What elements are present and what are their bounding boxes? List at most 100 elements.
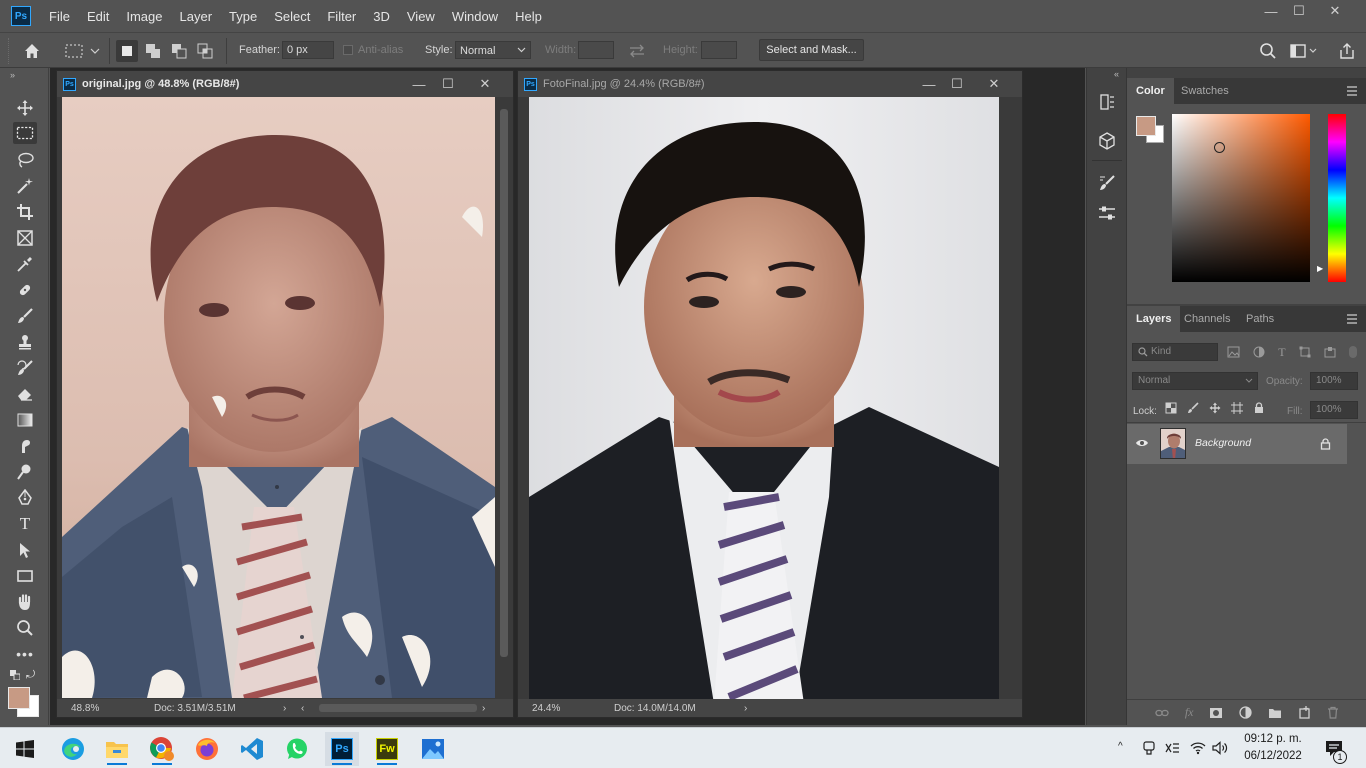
document-tab-original[interactable]: Ps original.jpg @ 48.8% (RGB/8#) — ☐ ✕ [57, 71, 513, 97]
whatsapp-icon[interactable] [280, 732, 314, 766]
menu-file[interactable]: File [49, 9, 70, 24]
search-icon[interactable] [1259, 42, 1277, 60]
move-tool-icon[interactable] [13, 97, 37, 119]
photoshop-taskbar-icon[interactable]: Ps [325, 732, 359, 766]
hue-slider-marker[interactable]: ▶ [1317, 264, 1323, 273]
path-selection-tool-icon[interactable] [13, 539, 37, 561]
3d-cube-icon[interactable] [1097, 131, 1117, 151]
show-hidden-icons-chevron-icon[interactable]: ^ [1118, 741, 1123, 752]
lock-all-icon[interactable] [1253, 402, 1265, 414]
subtract-selection-icon[interactable] [168, 40, 190, 62]
link-layers-icon[interactable] [1155, 708, 1169, 718]
scrollbar-thumb[interactable] [500, 109, 508, 657]
menu-edit[interactable]: Edit [87, 9, 109, 24]
window-maximize-button[interactable]: ☐ [1282, 0, 1316, 22]
width-input[interactable] [578, 41, 614, 59]
tab-paths[interactable]: Paths [1237, 306, 1283, 332]
scroll-right-icon[interactable]: › [482, 703, 485, 714]
intersect-selection-icon[interactable] [194, 40, 216, 62]
lock-transparent-pixels-icon[interactable] [1165, 402, 1177, 414]
zoom-tool-icon[interactable] [13, 617, 37, 639]
meet-now-icon[interactable] [1142, 741, 1156, 755]
new-selection-icon[interactable] [116, 40, 138, 62]
layer-row[interactable]: Background [1127, 424, 1347, 464]
status-arrow-icon[interactable]: › [283, 703, 286, 714]
hand-tool-icon[interactable] [13, 591, 37, 613]
layer-name[interactable]: Background [1195, 437, 1251, 449]
fireworks-taskbar-icon[interactable]: Fw [370, 732, 404, 766]
eyedropper-tool-icon[interactable] [13, 253, 37, 275]
adjustment-layer-filter-icon[interactable] [1253, 346, 1265, 358]
rectangle-tool-icon[interactable] [13, 565, 37, 587]
adjustments-panel-icon[interactable] [1097, 203, 1117, 223]
color-picker-cursor[interactable] [1214, 142, 1225, 153]
opacity-input[interactable]: 100% [1310, 372, 1358, 390]
status-arrow-icon[interactable]: › [744, 703, 747, 714]
zoom-level[interactable]: 48.8% [71, 703, 99, 714]
type-layer-filter-icon[interactable]: T [1278, 345, 1285, 360]
brush-settings-icon[interactable] [1097, 173, 1117, 193]
window-close-button[interactable]: ✕ [1318, 0, 1352, 22]
lock-image-pixels-icon[interactable] [1187, 402, 1199, 414]
clock-date[interactable]: 06/12/2022 [1238, 750, 1308, 762]
pen-tool-icon[interactable] [13, 487, 37, 509]
healing-brush-tool-icon[interactable] [13, 279, 37, 301]
menu-image[interactable]: Image [126, 9, 162, 24]
swap-colors-icon[interactable]: ⤾ [26, 669, 35, 682]
antialias-checkbox[interactable] [343, 45, 353, 55]
gradient-tool-icon[interactable] [13, 409, 37, 431]
panel-menu-icon[interactable] [1346, 86, 1358, 96]
swap-dimensions-icon[interactable] [628, 44, 646, 58]
panel-menu-icon[interactable] [1346, 314, 1358, 324]
windows-start-icon[interactable] [8, 732, 42, 766]
eraser-tool-icon[interactable] [13, 383, 37, 405]
firefox-browser-icon[interactable] [190, 732, 224, 766]
canvas-original-photo[interactable] [62, 97, 495, 698]
lasso-tool-icon[interactable] [13, 149, 37, 171]
marquee-preset-icon[interactable] [64, 42, 100, 60]
default-colors-icon[interactable] [10, 670, 20, 680]
panel-foreground-color-swatch[interactable] [1136, 116, 1156, 136]
scroll-left-icon[interactable]: ‹ [301, 703, 304, 714]
file-explorer-icon[interactable] [100, 732, 134, 766]
doc-maximize-button[interactable]: ☐ [438, 75, 458, 93]
document-tab-fotofinal[interactable]: Ps FotoFinal.jpg @ 24.4% (RGB/8#) — ☐ ✕ [518, 71, 1022, 97]
crop-tool-icon[interactable] [13, 201, 37, 223]
chrome-browser-icon[interactable] [145, 732, 179, 766]
lock-position-icon[interactable] [1209, 402, 1221, 414]
dodge-tool-icon[interactable] [13, 461, 37, 483]
clone-stamp-tool-icon[interactable] [13, 331, 37, 353]
doc-minimize-button[interactable]: — [919, 75, 939, 93]
blend-mode-select[interactable]: Normal [1132, 372, 1258, 390]
workspace-switcher-icon[interactable] [1289, 42, 1319, 60]
history-brush-tool-icon[interactable] [13, 357, 37, 379]
tab-layers[interactable]: Layers [1127, 306, 1181, 332]
menu-help[interactable]: Help [515, 9, 542, 24]
select-and-mask-button[interactable]: Select and Mask... [759, 39, 864, 61]
color-picker-field[interactable] [1172, 114, 1310, 282]
shape-layer-filter-icon[interactable] [1299, 346, 1311, 358]
collapse-arrows-icon[interactable]: » [10, 70, 15, 80]
layer-style-fx-icon[interactable]: fx [1185, 705, 1194, 720]
feather-input[interactable] [282, 41, 334, 59]
smart-object-filter-icon[interactable] [1324, 346, 1336, 358]
collapse-arrows-icon[interactable]: « [1114, 69, 1119, 79]
add-selection-icon[interactable] [142, 40, 164, 62]
history-panel-icon[interactable] [1097, 92, 1117, 112]
adjustment-layer-icon[interactable] [1239, 706, 1252, 719]
brush-tool-icon[interactable] [13, 305, 37, 327]
marquee-tool-icon[interactable] [13, 122, 37, 144]
type-tool-icon[interactable]: T [13, 513, 37, 535]
foreground-color-swatch[interactable] [8, 687, 30, 709]
magic-wand-tool-icon[interactable] [13, 175, 37, 197]
vscode-icon[interactable] [235, 732, 269, 766]
hue-slider[interactable] [1328, 114, 1346, 282]
home-icon[interactable] [22, 41, 42, 61]
tab-color[interactable]: Color [1127, 78, 1174, 104]
vertical-scrollbar[interactable] [1003, 97, 1018, 704]
clock-time[interactable]: 09:12 p. m. [1238, 733, 1308, 745]
style-select[interactable]: Normal [455, 41, 531, 59]
volume-speaker-icon[interactable] [1212, 741, 1229, 755]
doc-maximize-button[interactable]: ☐ [947, 75, 967, 93]
menu-layer[interactable]: Layer [180, 9, 213, 24]
